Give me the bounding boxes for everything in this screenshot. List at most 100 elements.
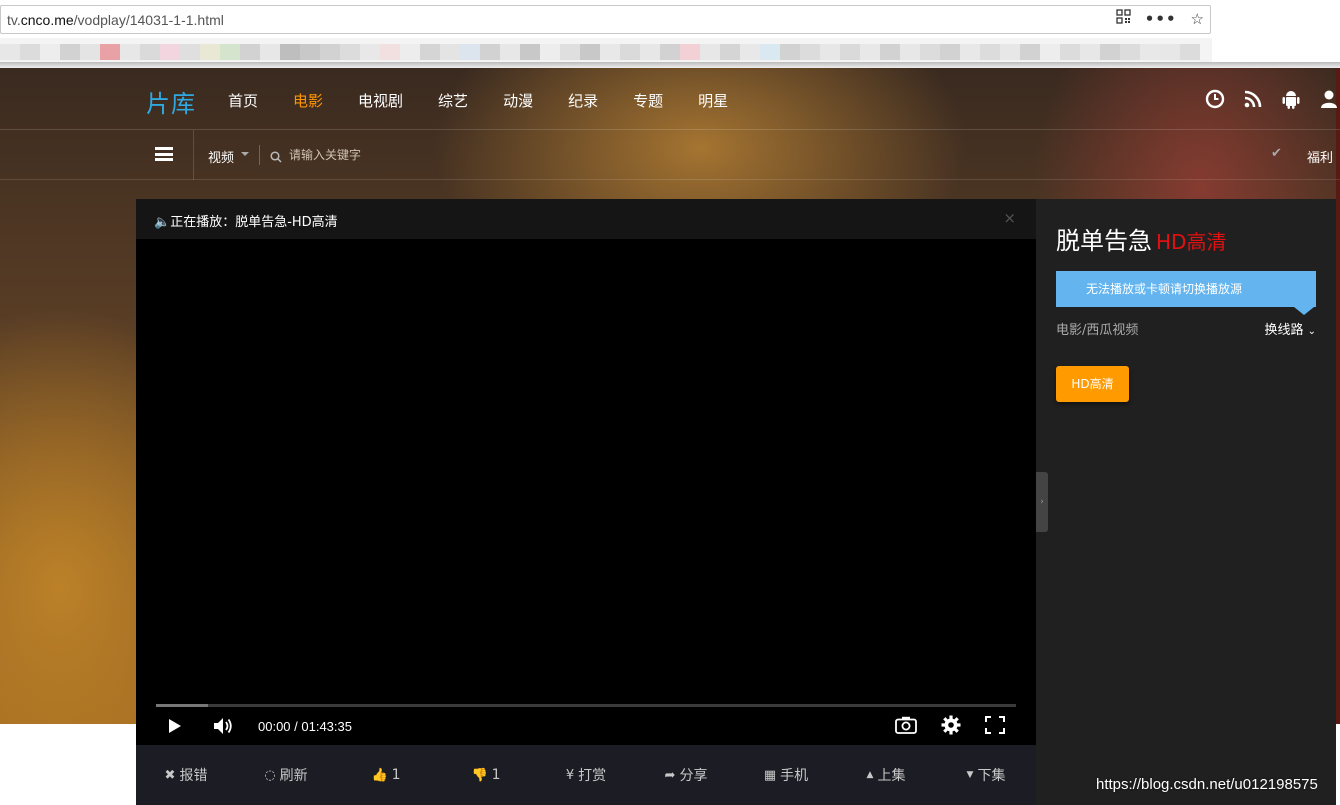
bookmark-blur [440,44,460,60]
browser-address-bar: tv.cnco.me/vodplay/14031-1-1.html ••• ☆ [0,0,1212,38]
bookmark-blur [940,44,960,60]
nav-item-welfare[interactable]: 福利 [1307,147,1333,166]
like-button[interactable]: 👍 1 [336,745,436,805]
chevron-down-icon: ⌄ [1307,326,1316,337]
bookmark-blur [20,44,40,60]
nav-item-documentary[interactable]: 纪录 [568,90,598,111]
close-button[interactable]: × [1003,209,1016,227]
bookmark-blur [220,44,240,60]
volume-icon[interactable] [213,717,233,739]
divider [193,130,194,180]
site-logo[interactable]: 片库 [146,84,196,119]
search-scope-select[interactable]: 视频 [208,147,234,166]
caret-down-icon: ▼ [966,770,974,780]
nav-item-home[interactable]: 首页 [228,90,258,111]
episode-button[interactable]: HD高清 [1056,366,1129,402]
nav-item-topics[interactable]: 专题 [633,90,663,111]
play-icon[interactable] [168,718,182,738]
bookmark-blur [1020,44,1040,60]
url-field[interactable]: tv.cnco.me/vodplay/14031-1-1.html ••• ☆ [0,5,1211,34]
yen-icon: ¥ [565,767,575,783]
check-icon: ✔ [1271,146,1282,161]
bookmark-blur [160,44,180,60]
bookmark-blur [680,44,700,60]
report-error-button[interactable]: ✖ 报错 [136,745,236,805]
qr-code-icon[interactable] [1116,9,1131,29]
settings-icon[interactable] [941,715,961,739]
bookmark-blur [820,44,840,60]
bookmark-blur [640,44,660,60]
nav-item-tv[interactable]: 电视剧 [358,90,403,111]
bookmark-blur [1040,44,1060,60]
android-icon[interactable] [1280,88,1302,110]
bookmark-blur [780,44,800,60]
refresh-button[interactable]: ◌ 刷新 [236,745,336,805]
switch-source-tip: 无法播放或卡顿请切换播放源 [1056,271,1316,307]
source-label: 电影/西瓜视频 [1056,323,1139,338]
dislike-button[interactable]: 👎 1 [436,745,536,805]
episode-panel: 脱单告急 HD高清 无法播放或卡顿请切换播放源 电影/西瓜视频 换线路 ⌄ HD高… [1036,199,1336,805]
player-header: 🔈正在播放：脱单告急-HD高清 × [136,199,1036,239]
clock-icon[interactable] [1204,88,1226,110]
nav-item-anime[interactable]: 动漫 [503,90,533,111]
bookmark-blur [340,44,360,60]
time-display: 00:00 / 01:43:35 [258,719,352,734]
bookmark-blur [840,44,860,60]
star-icon[interactable]: ☆ [1191,9,1204,29]
bookmark-blur [520,44,540,60]
bookmark-blur [880,44,900,60]
bookmark-blur [180,44,200,60]
bookmark-blur [540,44,560,60]
bookmark-blur [480,44,500,60]
player-action-bar: ✖ 报错 ◌ 刷新 👍 1 👎 1 ¥ 打赏 ➦ 分享 ▦ 手机 ▲ 上集 ▼ 下集 [136,745,1036,805]
search-icon[interactable] [270,148,282,163]
share-icon: ➦ [664,767,676,783]
nav-item-movies[interactable]: 电影 [293,90,323,111]
search-input[interactable] [289,144,589,166]
video-player: 🔈正在播放：脱单告急-HD高清 × 00:00 / 01:43:35 ✖ 报错 ◌… [136,199,1036,805]
bookmark-blur [900,44,920,60]
fullscreen-icon[interactable] [985,716,1005,738]
bookmark-blur [120,44,140,60]
bookmark-blur [380,44,400,60]
bookmark-blur [1100,44,1120,60]
rss-icon[interactable] [1242,88,1264,110]
refresh-icon: ◌ [264,767,276,783]
next-episode-button[interactable]: ▼ 下集 [936,745,1036,805]
bookmark-blur [140,44,160,60]
panel-toggle-icon[interactable]: › [1036,472,1048,532]
bookmark-blur [80,44,100,60]
nav-item-stars[interactable]: 明星 [698,90,728,111]
more-icon[interactable]: ••• [1145,9,1177,29]
nav-right-icons [1204,88,1340,110]
thumbs-down-icon: 👎 [471,767,488,783]
bookmark-blur [620,44,640,60]
bookmark-blur [1180,44,1200,60]
bookmark-blur [280,44,300,60]
bookmark-blur [1160,44,1180,60]
bookmark-blur [920,44,940,60]
bookmark-blur [720,44,740,60]
switch-line-dropdown[interactable]: 换线路 ⌄ [1264,319,1316,338]
bookmark-blur [60,44,80,60]
share-button[interactable]: ➦ 分享 [636,745,736,805]
video-title: 脱单告急 HD高清 [1056,227,1227,255]
mobile-button[interactable]: ▦ 手机 [736,745,836,805]
menu-icon[interactable] [155,147,173,161]
bookmark-blur [960,44,980,60]
tip-button[interactable]: ¥ 打赏 [536,745,636,805]
nav-item-variety[interactable]: 综艺 [438,90,468,111]
bookmark-blur [600,44,620,60]
bookmark-blur [740,44,760,60]
bookmark-blur [980,44,1000,60]
screenshot-icon[interactable] [895,716,917,738]
user-icon[interactable] [1318,88,1340,110]
bookmark-blur [1140,44,1160,60]
video-area[interactable] [136,239,1036,744]
progress-bar[interactable] [156,704,1016,707]
bookmark-blur [700,44,720,60]
bookmark-blur [360,44,380,60]
bookmark-blur [400,44,420,60]
bookmark-blur [200,44,220,60]
prev-episode-button[interactable]: ▲ 上集 [836,745,936,805]
